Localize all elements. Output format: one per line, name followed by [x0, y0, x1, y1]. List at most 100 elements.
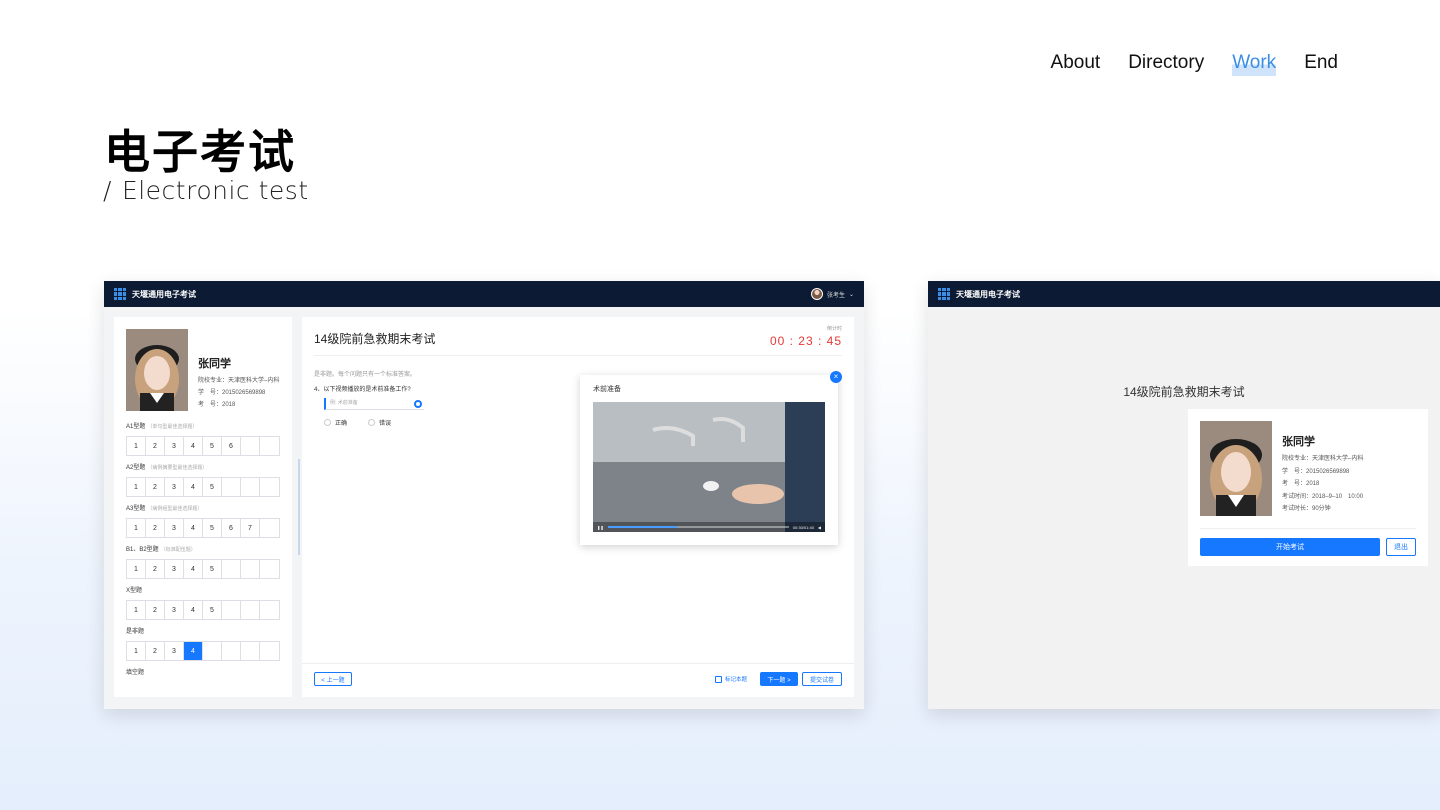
question-number-cell[interactable]: 5 — [203, 519, 222, 537]
pause-icon[interactable]: ❚❚ — [597, 525, 604, 530]
question-section: A3型题 （病例组型最佳选择题） 1 2 3 4 5 6 7 — [126, 503, 280, 538]
question-grid: 12345 — [126, 477, 280, 497]
mark-question-checkbox[interactable]: 标记本题 — [715, 675, 747, 683]
radio-icon — [324, 419, 331, 426]
question-number-cell — [241, 642, 260, 660]
question-number-cell — [241, 437, 260, 455]
user-menu[interactable]: 张考生 ⌄ — [810, 288, 854, 300]
student-card: 张同学 院校专业：天津医科大学–内科 学 号：2015026569898 考 号… — [1188, 409, 1428, 566]
question-grid: 123456 — [126, 436, 280, 456]
app-logo-icon — [938, 288, 950, 300]
question-number-cell[interactable]: 4 — [184, 642, 203, 660]
question-section: B1、B2型题 （标准配伍题） 1 2 3 4 5 — [126, 544, 280, 579]
question-number-cell[interactable]: 2 — [146, 478, 165, 496]
student-panel: 张同学 院校专业：天津医科大学–内科 学 号：2015026569898 考 号… — [114, 317, 300, 697]
question-number-cell[interactable]: 5 — [203, 437, 222, 455]
subtitle-slash: / — [103, 176, 112, 205]
section-title: X型题 — [126, 585, 280, 594]
question-number-cell[interactable]: 5 — [203, 601, 222, 619]
exam-duration: 考试时长：90分钟 — [1282, 506, 1331, 513]
divider — [1200, 528, 1416, 529]
video-frame-image — [593, 402, 825, 532]
radio-icon — [368, 419, 375, 426]
question-number-cell[interactable]: 2 — [146, 519, 165, 537]
question-number-cell[interactable]: 3 — [165, 560, 184, 578]
question-number-cell[interactable]: 4 — [184, 601, 203, 619]
question-number-cell — [222, 478, 241, 496]
question-tip: 是非题。每个问题只有一个标准答案。 — [314, 372, 417, 378]
question-number-cell[interactable]: 5 — [203, 478, 222, 496]
video-progress[interactable] — [607, 526, 789, 528]
nav-work[interactable]: Work — [1232, 50, 1277, 76]
nav-directory[interactable]: Directory — [1128, 50, 1204, 76]
option-true[interactable]: 正确 — [324, 418, 347, 427]
question-number-cell[interactable]: 3 — [165, 601, 184, 619]
app-header: 天堰通用电子考试 — [928, 281, 1440, 307]
nav-end[interactable]: End — [1304, 50, 1338, 76]
top-nav: About Directory Work End — [1051, 50, 1338, 76]
page-title: 电子考试 — [104, 125, 296, 179]
question-number-cell[interactable]: 2 — [146, 560, 165, 578]
question-number-cell[interactable]: 3 — [165, 519, 184, 537]
question-number-cell — [241, 478, 260, 496]
question-number-cell[interactable]: 3 — [165, 437, 184, 455]
question-number-cell[interactable]: 1 — [127, 519, 146, 537]
start-exam-button[interactable]: 开始考试 — [1200, 538, 1380, 556]
question-number-cell — [241, 560, 260, 578]
submit-button[interactable]: 提交试卷 — [802, 672, 842, 686]
question-number-cell — [203, 642, 222, 660]
exam-number: 考 号：2018 — [1282, 481, 1320, 488]
student-photo — [1200, 421, 1272, 516]
question-number-cell[interactable]: 7 — [241, 519, 260, 537]
divider — [314, 355, 842, 356]
section-title: 是非题 — [126, 626, 280, 635]
video-time: 00:30/01:40 — [792, 524, 814, 530]
video-controls[interactable]: ❚❚ 00:30/01:40 ◀ — [593, 522, 825, 532]
question-number-cell[interactable]: 3 — [165, 478, 184, 496]
question-number-cell — [260, 642, 279, 660]
question-number-cell[interactable]: 1 — [127, 601, 146, 619]
question-number-cell[interactable]: 4 — [184, 519, 203, 537]
checkbox-icon — [715, 675, 722, 683]
section-title: A1型题 （单句型最佳选择题） — [126, 421, 280, 430]
volume-icon[interactable]: ◀ — [818, 525, 821, 530]
exam-title: 14级院前急救期末考试 — [314, 332, 436, 346]
app-header: 天堰通用电子考试 张考生 ⌄ — [104, 281, 864, 307]
question-number-cell[interactable]: 4 — [184, 478, 203, 496]
close-icon[interactable]: × — [830, 371, 842, 383]
section-title: B1、B2型题 （标准配伍题） — [126, 544, 280, 553]
nav-about[interactable]: About — [1051, 50, 1101, 76]
question-number-cell[interactable]: 1 — [127, 560, 146, 578]
question-number-cell[interactable]: 6 — [222, 437, 241, 455]
question-number-cell — [260, 519, 279, 537]
question-number-cell[interactable]: 4 — [184, 437, 203, 455]
section-hint: （病例摘要型最佳选择题） — [147, 465, 208, 471]
question-number-cell[interactable]: 6 — [222, 519, 241, 537]
question-grid: 12345 — [126, 559, 280, 579]
question-number-cell[interactable]: 4 — [184, 560, 203, 578]
question-number-cell — [222, 601, 241, 619]
question-number-cell[interactable]: 2 — [146, 601, 165, 619]
video-player[interactable]: ❚❚ 00:30/01:40 ◀ — [593, 402, 825, 532]
question-number-cell[interactable]: 1 — [127, 642, 146, 660]
timer-label: 倒计时 — [826, 326, 842, 332]
question-number-cell[interactable]: 2 — [146, 437, 165, 455]
login-screenshot: 天堰通用电子考试 14级院前急救期末考试 张同学 院校专业：天津医科大学–内科 … — [928, 281, 1440, 709]
answer-input[interactable]: 例: 术前准备 — [324, 398, 424, 410]
option-false[interactable]: 错误 — [368, 418, 391, 427]
next-button[interactable]: 下一题 > — [760, 672, 798, 686]
question-number-cell[interactable]: 1 — [127, 437, 146, 455]
exit-button[interactable]: 退出 — [1386, 538, 1416, 556]
video-title: 术前准备 — [593, 386, 621, 393]
question-number-cell — [260, 437, 279, 455]
question-number-cell[interactable]: 1 — [127, 478, 146, 496]
radio-selected[interactable] — [414, 400, 422, 408]
prev-button[interactable]: < 上一题 — [314, 672, 352, 686]
user-name: 张考生 — [826, 292, 845, 299]
question-number-cell[interactable]: 3 — [165, 642, 184, 660]
question-number-cell[interactable]: 2 — [146, 642, 165, 660]
question-number-cell[interactable]: 5 — [203, 560, 222, 578]
exam-number: 考 号：2018 — [198, 402, 236, 408]
scrollbar[interactable] — [298, 459, 300, 555]
question-section: X型题 1 2 3 4 5 — [126, 585, 280, 620]
